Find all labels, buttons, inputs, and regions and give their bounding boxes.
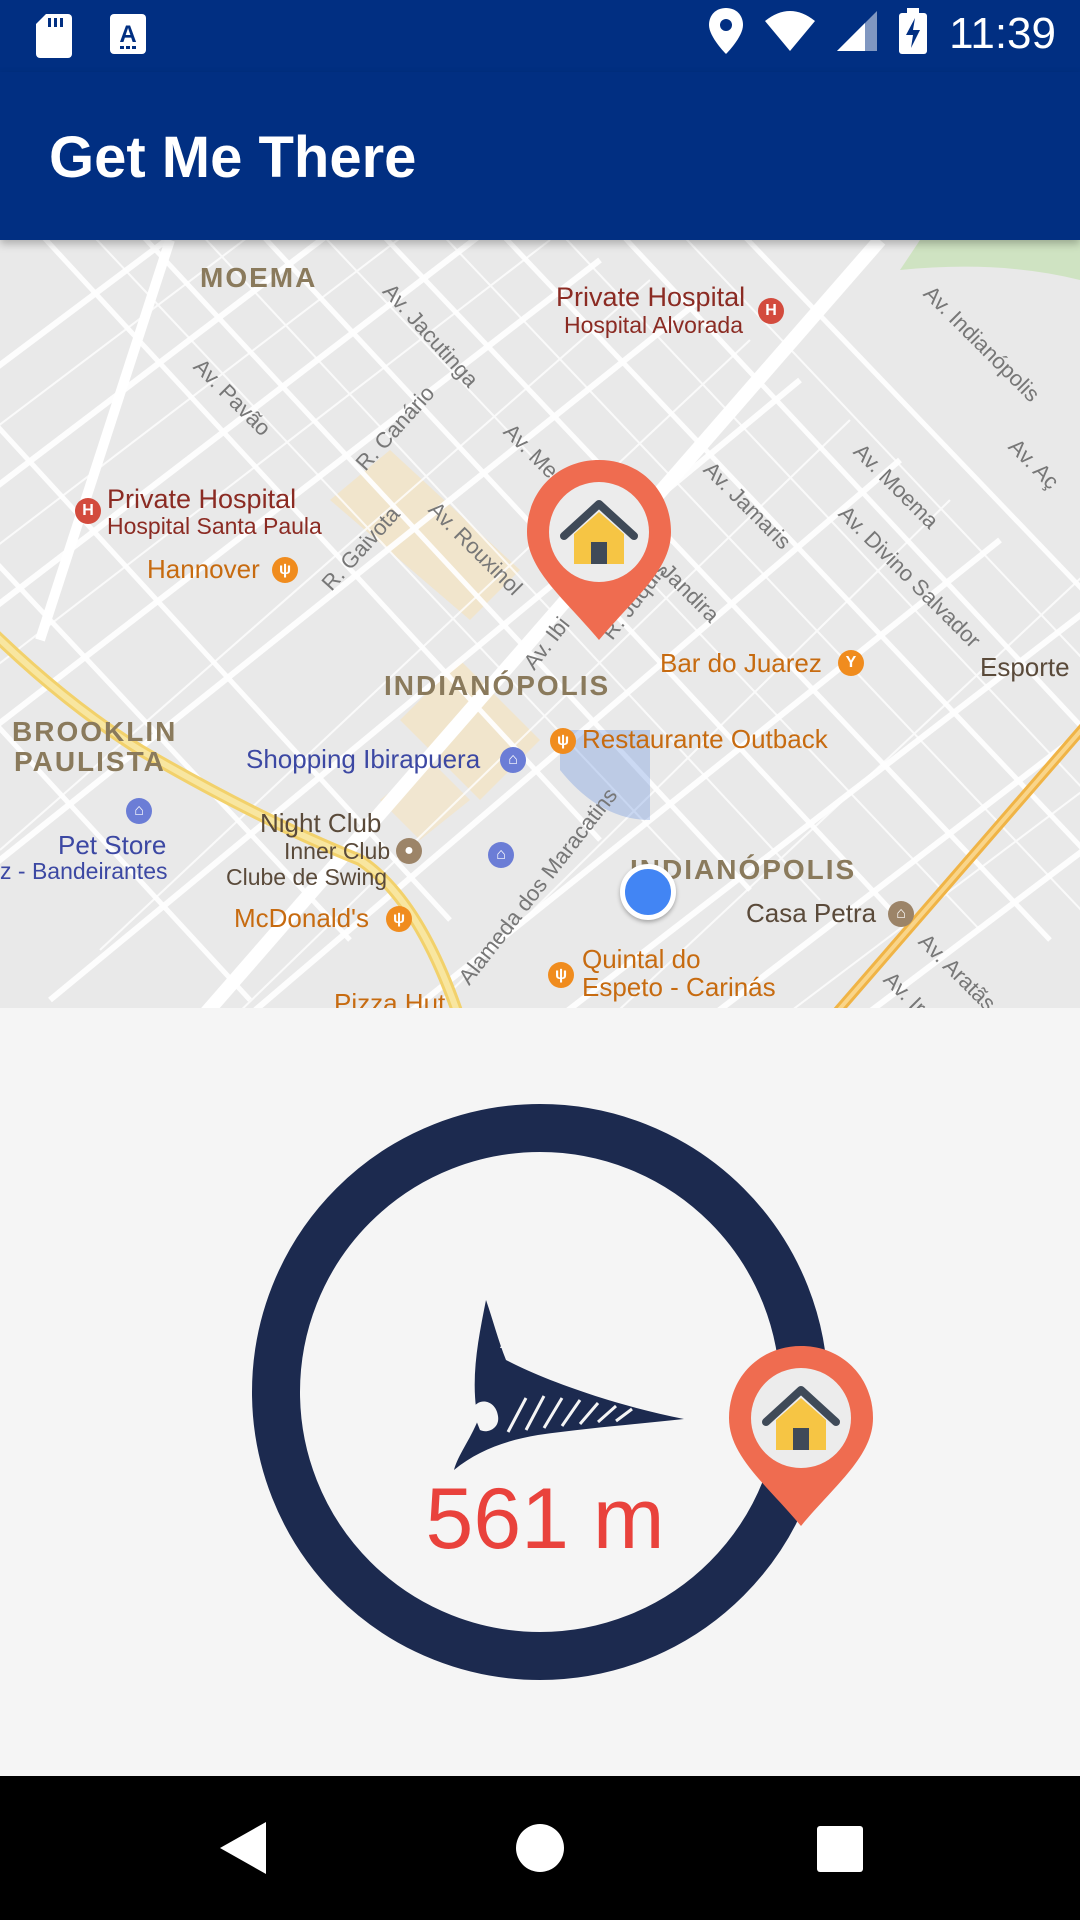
place-label[interactable]: Hospital Alvorada: [564, 314, 743, 337]
shopping-icon[interactable]: ⌂: [488, 842, 514, 868]
place-label[interactable]: z - Bandeirantes: [0, 860, 167, 883]
distance-value: 561 m: [425, 1471, 665, 1567]
hospital-icon[interactable]: H: [75, 498, 101, 524]
map-view[interactable]: Av. Jacutinga Av. Pavão R. Canário R. Ga…: [0, 240, 1080, 1008]
shopping-icon[interactable]: ⌂: [500, 747, 526, 773]
restaurant-icon[interactable]: ψ: [548, 962, 574, 988]
district-label: BROOKLIN: [12, 716, 178, 747]
svg-text:A: A: [119, 21, 136, 48]
signal-icon: [837, 11, 878, 56]
place-label[interactable]: Clube de Swing: [226, 866, 387, 889]
home-circle-icon[interactable]: [515, 1820, 565, 1876]
sd-card-icon: [36, 14, 72, 63]
restaurant-icon[interactable]: ψ: [550, 728, 576, 754]
place-label[interactable]: Shopping Ibirapuera: [246, 746, 480, 772]
place-label[interactable]: Espeto - Carinás: [582, 974, 776, 1000]
location-icon: [709, 8, 744, 59]
wifi-icon: [765, 11, 816, 56]
current-location-dot: [620, 864, 676, 920]
place-label[interactable]: Pet Store: [58, 832, 166, 858]
status-bar: A 11:39: [0, 0, 1080, 72]
restaurant-icon[interactable]: ψ: [386, 906, 412, 932]
place-label[interactable]: Bar do Juarez: [660, 650, 822, 676]
place-label[interactable]: Hospital Santa Paula: [107, 515, 322, 538]
battery-charging-icon: [899, 8, 928, 59]
district-label: INDIANÓPOLIS: [384, 670, 611, 701]
app-bar: Get Me There: [0, 72, 1080, 240]
place-label[interactable]: Hannover: [147, 556, 260, 582]
place-label[interactable]: Private Hospital: [107, 486, 296, 513]
place-label[interactable]: Quintal do: [582, 946, 701, 972]
arrowhead-pointer-icon: [454, 1300, 684, 1470]
place-label[interactable]: Inner Club: [284, 840, 390, 863]
shopping-icon[interactable]: ⌂: [126, 798, 152, 824]
store-icon[interactable]: ⌂: [888, 901, 914, 927]
restaurant-icon[interactable]: ψ: [272, 557, 298, 583]
status-time: 11:39: [949, 8, 1056, 58]
home-pin-icon: [729, 1346, 873, 1526]
hospital-icon[interactable]: H: [758, 298, 784, 324]
place-label[interactable]: Restaurante Outback: [582, 726, 828, 752]
place-label[interactable]: Night Club: [260, 810, 381, 836]
app-title: Get Me There: [49, 125, 417, 190]
navigation-bar: [0, 1776, 1080, 1920]
place-label[interactable]: McDonald's: [234, 905, 369, 931]
back-icon[interactable]: [218, 1820, 268, 1876]
recents-square-icon[interactable]: [817, 1820, 863, 1876]
place-label[interactable]: Casa Petra: [746, 900, 876, 926]
home-pin-icon[interactable]: [524, 460, 674, 640]
place-label[interactable]: Private Hospital: [556, 284, 745, 311]
place-label[interactable]: Esporte: [980, 654, 1070, 680]
bar-icon[interactable]: Y: [838, 650, 864, 676]
keyboard-a-icon: A: [110, 14, 146, 63]
district-label: PAULISTA: [14, 746, 166, 777]
district-label: MOEMA: [200, 262, 318, 293]
place-label[interactable]: Pizza Hut: [334, 990, 445, 1008]
nightclub-icon[interactable]: ●: [396, 838, 422, 864]
